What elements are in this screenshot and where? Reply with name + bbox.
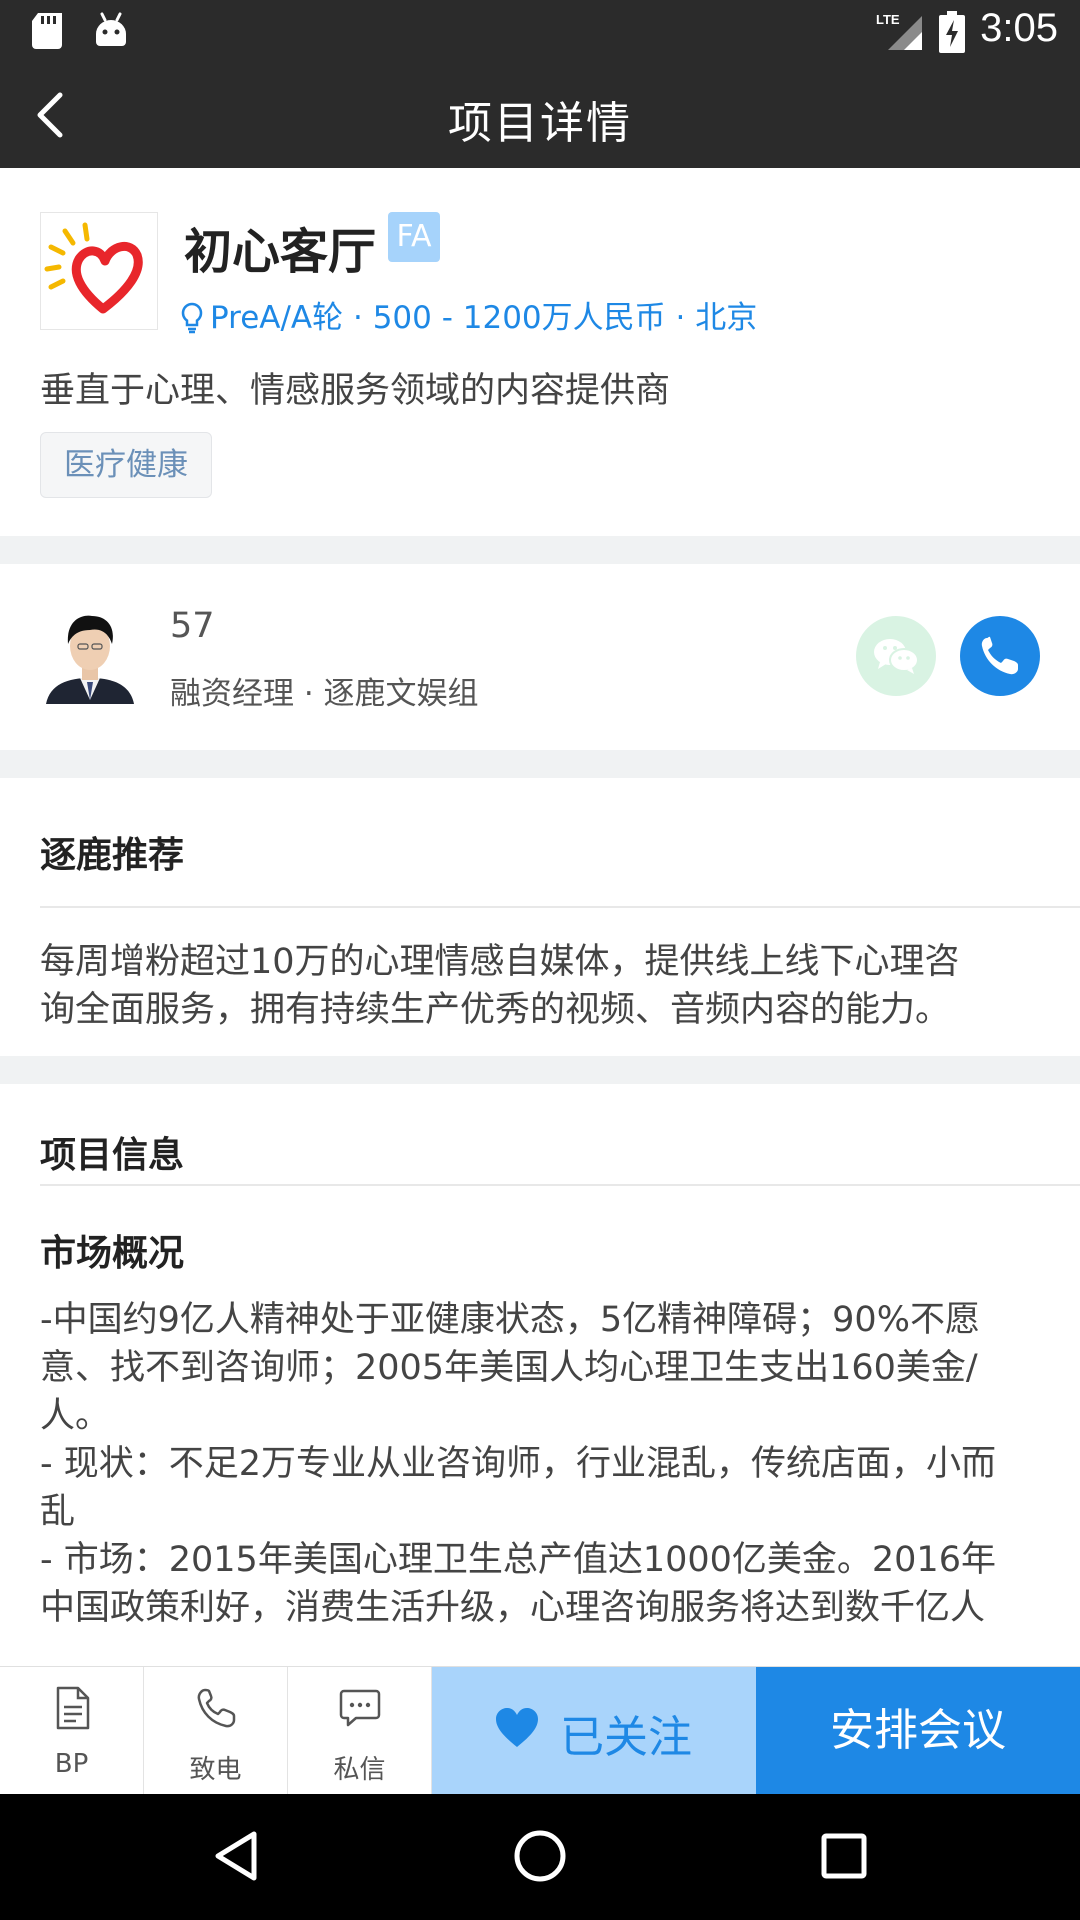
status-time: 3:05 (980, 6, 1058, 50)
recommend-section: 逐鹿推荐 每周增粉超过10万的心理情感自媒体，提供线上线下心理咨 询全面服务，拥… (0, 778, 1080, 1056)
project-logo (40, 212, 158, 330)
heart-logo-icon (44, 222, 143, 314)
project-info-title: 项目信息 (40, 1135, 185, 1176)
phone-icon (981, 636, 1018, 675)
system-nav-bar (0, 1794, 1080, 1920)
call-button[interactable]: 致电 (144, 1667, 288, 1795)
contact-role: 融资经理 · 逐鹿文娱组 (170, 676, 479, 712)
call-label: 致电 (189, 1755, 242, 1785)
market-line: 意、找不到咨询师；2005年美国人均心理卫生支出160美金/ (40, 1348, 978, 1388)
person-avatar-icon (42, 604, 138, 704)
market-text: -中国约9亿人精神处于亚健康状态，5亿精神障碍；90%不愿 意、找不到咨询师；2… (40, 1296, 1050, 1632)
market-line: - 现状：不足2万专业从业咨询师，行业混乱，传统店面，小而 (40, 1444, 997, 1484)
project-meta-text: PreA/A轮 · 500 - 1200万人民币 · 北京 (210, 300, 758, 336)
schedule-meeting-button[interactable]: 安排会议 (756, 1667, 1080, 1795)
content-scroll[interactable]: 初心客厅 FA PreA/A轮 · 500 - 1200万人民币 · 北京 垂直… (0, 168, 1080, 1666)
message-label: 私信 (333, 1755, 386, 1785)
section-gap (0, 750, 1080, 778)
market-title: 市场概况 (40, 1233, 185, 1274)
market-line: 中国政策利好，消费生活升级，心理咨询服务将达到数千亿人 (40, 1588, 986, 1628)
section-gap (0, 536, 1080, 564)
follow-button[interactable]: 已关注 (432, 1667, 756, 1795)
project-meta: PreA/A轮 · 500 - 1200万人民币 · 北京 (180, 292, 757, 337)
wechat-icon (874, 639, 919, 674)
fa-badge: FA (388, 212, 440, 262)
nav-back-icon[interactable] (208, 1826, 264, 1886)
message-button[interactable]: 私信 (288, 1667, 432, 1795)
svg-text:LTE: LTE (876, 12, 900, 27)
follow-label: 已关注 (560, 1712, 692, 1763)
phone-button[interactable] (960, 616, 1040, 696)
project-info-section: 项目信息 市场概况 -中国约9亿人精神处于亚健康状态，5亿精神障碍；90%不愿 … (0, 1084, 1080, 1666)
app-toolbar: 项目详情 (0, 63, 1080, 168)
section-gap (0, 1056, 1080, 1084)
page-title: 项目详情 (448, 98, 632, 149)
recommend-line: 询全面服务，拥有持续生产优秀的视频、音频内容的能力。 (40, 990, 951, 1030)
market-line: 乱 (40, 1492, 76, 1532)
contact-name: 57 (170, 606, 215, 646)
chat-bubble-icon (339, 1689, 380, 1727)
sd-card-icon (32, 13, 62, 49)
bp-label: BP (54, 1749, 89, 1779)
bp-button[interactable]: BP (0, 1667, 144, 1795)
avatar[interactable] (42, 604, 138, 704)
nav-home-icon[interactable] (510, 1826, 570, 1886)
market-line: 人。 (40, 1396, 111, 1436)
nav-recents-icon[interactable] (816, 1826, 872, 1886)
android-icon (96, 12, 126, 46)
status-bar: LTE 3:05 (0, 0, 1080, 63)
battery-charging-icon (939, 11, 965, 53)
market-line: -中国约9亿人精神处于亚健康状态，5亿精神障碍；90%不愿 (40, 1300, 980, 1340)
industry-tag[interactable]: 医疗健康 (40, 432, 212, 498)
document-icon (56, 1686, 89, 1730)
lte-signal-icon: LTE (876, 12, 922, 50)
divider (40, 1184, 1080, 1186)
contact-card[interactable]: 57 融资经理 · 逐鹿文娱组 (0, 564, 1080, 750)
lightbulb-icon (181, 302, 203, 334)
project-name: 初心客厅 (184, 224, 377, 280)
bottom-action-bar: BP 致电 私信 已关注 安排会议 (0, 1666, 1080, 1795)
heart-icon (496, 1708, 538, 1747)
recommend-text: 每周增粉超过10万的心理情感自媒体，提供线上线下心理咨 询全面服务，拥有持续生产… (40, 938, 1050, 1034)
project-tagline: 垂直于心理、情感服务领域的内容提供商 (40, 371, 671, 411)
recommend-line: 每周增粉超过10万的心理情感自媒体，提供线上线下心理咨 (40, 942, 960, 982)
market-line: - 市场：2015年美国心理卫生总产值达1000亿美金。2016年 (40, 1540, 996, 1580)
recommend-title: 逐鹿推荐 (40, 835, 185, 876)
divider (40, 906, 1080, 908)
phone-outline-icon (197, 1688, 235, 1728)
wechat-button[interactable] (856, 616, 936, 696)
project-header: 初心客厅 FA PreA/A轮 · 500 - 1200万人民币 · 北京 垂直… (0, 168, 1080, 536)
